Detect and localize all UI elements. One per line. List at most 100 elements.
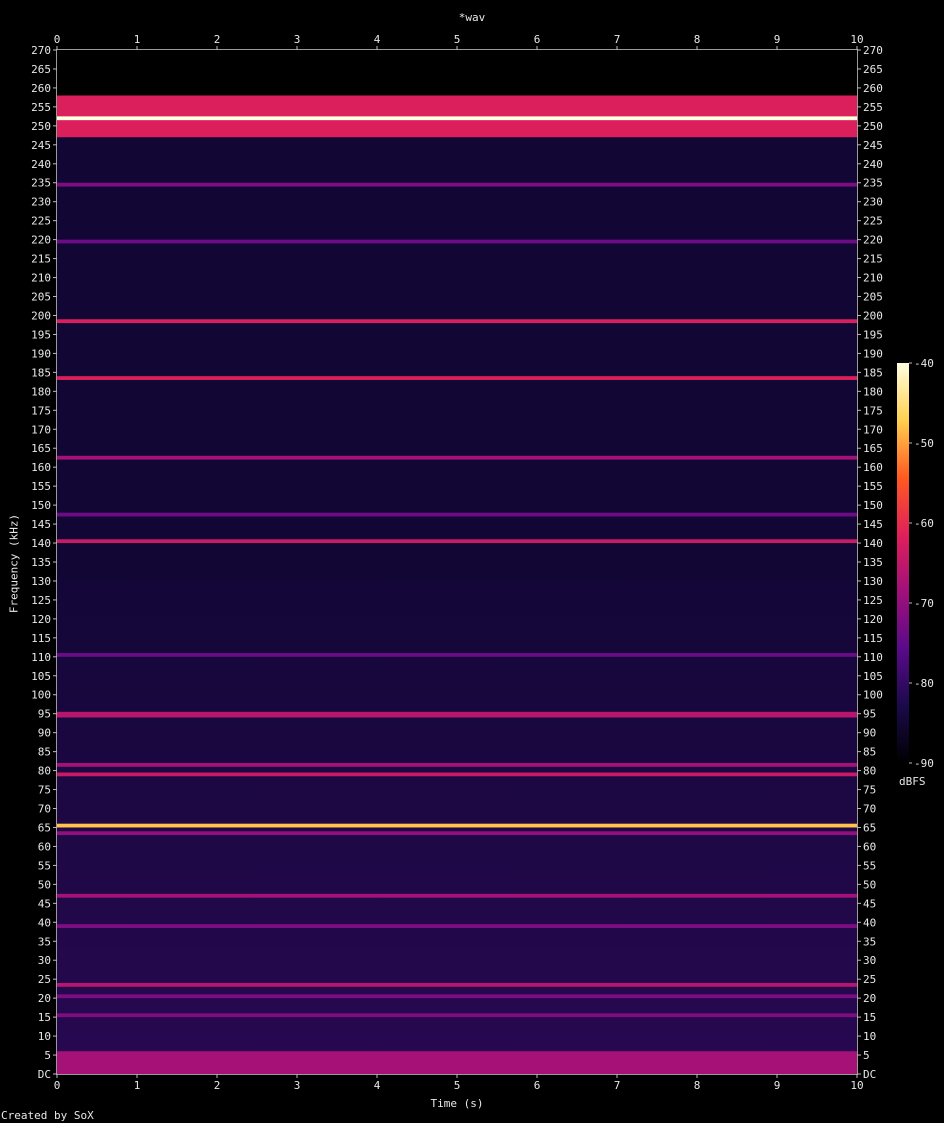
y-tick-label: 170 [863,423,883,436]
y-tick-label: 215 [863,253,883,266]
y-tick-label: 225 [863,215,883,228]
y-tick-label: 160 [863,461,883,474]
x-tick-label: 10 [850,33,863,46]
colorbar [897,363,909,763]
y-tick-label: 105 [863,670,883,683]
y-tick-label: 215 [31,253,51,266]
y-tick-label: 150 [863,499,883,512]
y-tick-label: 95 [38,708,51,721]
spectral-band [57,182,857,187]
y-tick-label: 60 [38,840,51,853]
colorbar-tick-label: -90 [914,757,934,770]
y-tick-label: 35 [38,935,51,948]
y-tick-label: 180 [863,385,883,398]
y-tick-label: 125 [863,594,883,607]
x-tick-label: 0 [54,1079,61,1092]
colorbar-tick-label: -50 [914,437,934,450]
y-tick-label: 190 [863,347,883,360]
y-tick-label: 140 [863,537,883,550]
spectral-band [57,994,857,999]
y-tick-label: 50 [38,878,51,891]
y-tick-label: 45 [863,897,876,910]
y-tick-label: 235 [863,177,883,190]
y-tick-label: 115 [863,632,883,645]
y-tick-label: 250 [31,120,51,133]
y-tick-label: 80 [38,765,51,778]
spectral-band [57,1051,857,1074]
y-tick-label: 155 [863,480,883,493]
y-tick-label: 230 [863,196,883,209]
y-tick-label: 240 [31,158,51,171]
y-tick-label: 25 [38,973,51,986]
y-tick-label: 100 [863,689,883,702]
y-tick-label: 55 [38,859,51,872]
y-tick-label: 175 [31,404,51,417]
y-tick-label: 85 [863,746,876,759]
spectral-band [57,455,857,460]
y-tick-label: 200 [31,309,51,322]
x-tick-label: 0 [54,33,61,46]
y-tick-label: 220 [863,234,883,247]
y-tick-label: 15 [863,1011,876,1024]
spectral-band [57,711,857,718]
x-tick-label: 2 [214,1079,221,1092]
y-tick-label: 130 [31,575,51,588]
colorbar-tick-label: -60 [914,517,934,530]
colorbar-tick-label: -40 [914,357,934,370]
y-tick-label: 270 [31,44,51,57]
y-tick-label: 10 [863,1030,876,1043]
y-tick-label: 150 [31,499,51,512]
y-tick-label: 190 [31,347,51,360]
y-tick-label: 135 [863,556,883,569]
colorbar-tick-label: -80 [914,677,934,690]
y-tick-label: 115 [31,632,51,645]
y-tick-label: 195 [863,328,883,341]
y-tick-label: 260 [863,82,883,95]
y-tick-label: 195 [31,328,51,341]
x-tick-label: 6 [534,1079,541,1092]
x-tick-label: 1 [134,1079,141,1092]
y-tick-label: 35 [863,935,876,948]
x-tick-label: 8 [694,33,701,46]
y-tick-label: 250 [863,120,883,133]
y-tick-label: 210 [31,272,51,285]
x-tick-label: 4 [374,33,381,46]
spectral-band [57,772,857,777]
y-tick-label: 235 [31,177,51,190]
spectral-band [57,116,857,121]
y-tick-label: 85 [38,746,51,759]
spectral-band [57,893,857,898]
y-tick-label: 90 [38,727,51,740]
y-tick-label: 225 [31,215,51,228]
spectrogram-chart: 001122334455667788991010 DC DC5 510 1015 152… [31,33,934,1092]
x-tick-label: 10 [850,1079,863,1092]
y-tick-label: 270 [863,44,883,57]
y-tick-label: 145 [31,518,51,531]
y-tick-label: DC [863,1068,876,1081]
y-tick-label: 15 [38,1011,51,1024]
y-tick-label: 205 [31,291,51,304]
y-tick-label: 40 [38,916,51,929]
spectral-band [57,319,857,324]
x-tick-label: 3 [294,33,301,46]
spectral-band [57,763,857,767]
y-tick-label: 95 [863,708,876,721]
y-tick-label: 120 [863,613,883,626]
y-tick-label: 30 [38,954,51,967]
y-tick-label: 5 [44,1049,51,1062]
y-tick-label: 145 [863,518,883,531]
x-tick-label: 6 [534,33,541,46]
spectral-band [57,376,857,380]
y-tick-label: 65 [38,821,51,834]
y-tick-label: 25 [863,973,876,986]
x-tick-label: 9 [774,1079,781,1092]
x-tick-label: 2 [214,33,221,46]
x-tick-label: 8 [694,1079,701,1092]
y-tick-label: 30 [863,954,876,967]
spectral-band [57,982,857,987]
spectral-band [57,653,857,657]
spectral-band [57,823,857,828]
y-tick-label: 255 [31,101,51,114]
y-tick-label: 120 [31,613,51,626]
y-tick-label: 45 [38,897,51,910]
